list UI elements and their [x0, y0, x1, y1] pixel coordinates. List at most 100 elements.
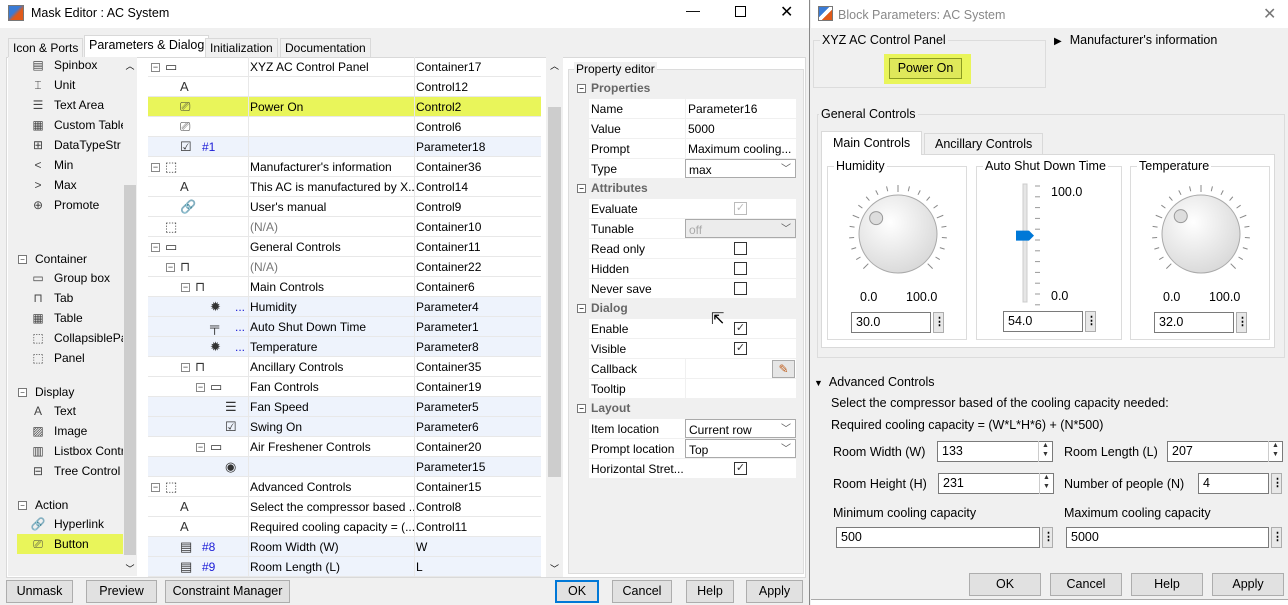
collapse-icon[interactable]: −: [577, 184, 586, 194]
collapse-icon[interactable]: −: [151, 483, 160, 492]
tab-ancillary-controls[interactable]: Ancillary Controls: [924, 133, 1044, 154]
humidity-input[interactable]: 30.0: [851, 312, 931, 333]
collapse-icon[interactable]: −: [151, 63, 160, 72]
tab-icon-ports[interactable]: Icon & Ports: [8, 38, 84, 57]
tree-row[interactable]: − ▭ Fan Controls Container19: [148, 377, 541, 397]
tree-row[interactable]: − ⊓ Ancillary Controls Container35: [148, 357, 541, 377]
tab-initialization[interactable]: Initialization: [205, 38, 278, 57]
max-capacity-input[interactable]: 5000: [1066, 527, 1269, 548]
palette-item-text[interactable]: A Text: [28, 401, 76, 421]
unmask-button[interactable]: Unmask: [6, 580, 73, 603]
humidity-options-button[interactable]: ⋮: [933, 312, 945, 333]
constraint-manager-button[interactable]: Constraint Manager: [165, 580, 290, 603]
palette-item-table[interactable]: ▦ Table: [28, 308, 82, 328]
tree-row[interactable]: − ⊓ (N/A) Container22: [148, 257, 541, 277]
palette-item-promote[interactable]: ⊕ Promote: [28, 195, 99, 215]
close-button[interactable]: ✕: [1263, 4, 1276, 24]
tree-row[interactable]: ⎚ Power On Control2: [148, 97, 541, 117]
tab-documentation[interactable]: Documentation: [280, 38, 371, 57]
prop-section-layout[interactable]: − Layout: [577, 401, 630, 415]
collapse-icon[interactable]: −: [196, 443, 205, 452]
tree-row[interactable]: A Control12: [148, 77, 541, 97]
palette-item-max[interactable]: > Max: [28, 175, 76, 195]
tree-row[interactable]: 🔗 User's manual Control9: [148, 197, 541, 217]
palette-item-hyperlink[interactable]: 🔗 Hyperlink: [28, 514, 105, 534]
tree-row[interactable]: ☑ #1 Parameter18: [148, 137, 541, 157]
palette-item-listbox-control[interactable]: ▥ Listbox Control: [28, 441, 123, 461]
minimize-button[interactable]: —: [686, 2, 700, 18]
spinner-icon[interactable]: ▲ ▼: [1039, 473, 1053, 494]
prop-dropdown-type[interactable]: max ﹀: [685, 159, 796, 178]
ok-button[interactable]: OK: [969, 573, 1041, 596]
prop-checkbox-horizontal-stret[interactable]: ✓: [734, 462, 747, 475]
preview-button[interactable]: Preview: [86, 580, 157, 603]
tree-row[interactable]: ⎚ Control6: [148, 117, 541, 137]
tree-row[interactable]: − ⊓ Main Controls Container6: [148, 277, 541, 297]
prop-checkbox-hidden[interactable]: [734, 262, 747, 275]
prop-dropdown-item-location[interactable]: Current row ﹀: [685, 419, 796, 438]
apply-button[interactable]: Apply: [1212, 573, 1284, 596]
palette-item-datatypestr[interactable]: ⊞ DataTypeStr: [28, 135, 121, 155]
cancel-button[interactable]: Cancel: [612, 580, 672, 603]
manufacturer-expander[interactable]: ▶ Manufacturer's information: [1054, 33, 1217, 47]
collapse-icon[interactable]: −: [196, 383, 205, 392]
collapse-icon[interactable]: −: [577, 84, 586, 94]
room-width-input[interactable]: 133 ▲ ▼: [937, 441, 1053, 462]
tree-row[interactable]: ◉ Parameter15: [148, 457, 541, 477]
tree-row[interactable]: ╤... Auto Shut Down Time Parameter1: [148, 317, 541, 337]
palette-item-tree-control[interactable]: ⊟ Tree Control: [28, 461, 120, 481]
prop-value[interactable]: [685, 379, 796, 399]
palette-section-action[interactable]: − Action: [18, 498, 68, 512]
palette-item-tab[interactable]: ⊓ Tab: [28, 288, 73, 308]
humidity-knob[interactable]: [847, 183, 949, 285]
palette-section-container[interactable]: − Container: [18, 252, 87, 266]
max-capacity-options-button[interactable]: ⋮: [1271, 527, 1283, 548]
tree-row[interactable]: ☑ Swing On Parameter6: [148, 417, 541, 437]
shutdown-slider[interactable]: [1006, 180, 1046, 306]
prop-checkbox-never-save[interactable]: [734, 282, 747, 295]
prop-dropdown-tunable[interactable]: off ﹀: [685, 219, 796, 238]
tree-row[interactable]: − ⬚ Manufacturer's information Container36: [148, 157, 541, 177]
prop-value[interactable]: Maximum cooling...: [685, 139, 796, 159]
temperature-options-button[interactable]: ⋮: [1236, 312, 1248, 333]
prop-dropdown-prompt-location[interactable]: Top ﹀: [685, 439, 796, 458]
tree-row[interactable]: − ▭ Air Freshener Controls Container20: [148, 437, 541, 457]
prop-checkbox-enable[interactable]: ✓: [734, 322, 747, 335]
tab-main-controls[interactable]: Main Controls: [821, 131, 923, 155]
people-options-button[interactable]: ⋮: [1271, 473, 1283, 494]
prop-value[interactable]: 5000: [685, 119, 796, 139]
tree-row[interactable]: A Select the compressor based ... Control8: [148, 497, 541, 517]
ok-button[interactable]: OK: [555, 580, 599, 603]
maximize-button[interactable]: [735, 6, 746, 17]
palette-item-group-box[interactable]: ▭ Group box: [28, 268, 110, 288]
room-length-input[interactable]: 207 ▲ ▼: [1167, 441, 1283, 462]
tree-scrollbar[interactable]: ︿ ﹀: [546, 57, 563, 577]
close-button[interactable]: ✕: [780, 2, 793, 22]
palette-section-display[interactable]: − Display: [18, 385, 74, 399]
apply-button[interactable]: Apply: [746, 580, 803, 603]
collapse-icon[interactable]: −: [166, 263, 175, 272]
palette-item-button[interactable]: ⎚ Button: [17, 534, 123, 554]
tree-row[interactable]: ▤ #8 Room Width (W) W: [148, 537, 541, 557]
palette-item-min[interactable]: < Min: [28, 155, 73, 175]
collapse-icon[interactable]: −: [18, 255, 27, 265]
prop-checkbox-read-only[interactable]: [734, 242, 747, 255]
pencil-icon[interactable]: ✎: [772, 360, 795, 378]
help-button[interactable]: Help: [686, 580, 734, 603]
prop-section-properties[interactable]: − Properties: [577, 81, 650, 95]
min-capacity-input[interactable]: 500: [836, 527, 1040, 548]
collapse-icon[interactable]: −: [181, 283, 190, 292]
palette-item-text-area[interactable]: ☰ Text Area: [28, 95, 104, 115]
min-capacity-options-button[interactable]: ⋮: [1042, 527, 1054, 548]
palette-scrollbar[interactable]: ︿ ﹀: [123, 57, 137, 576]
help-button[interactable]: Help: [1131, 573, 1203, 596]
prop-checkbox-evaluate[interactable]: ✓: [734, 202, 747, 215]
collapse-icon[interactable]: −: [151, 163, 160, 172]
palette-item-custom-table[interactable]: ▦ Custom Table: [28, 115, 123, 135]
palette-item-image[interactable]: ▨ Image: [28, 421, 87, 441]
shutdown-input[interactable]: 54.0: [1003, 311, 1083, 332]
collapse-icon[interactable]: −: [577, 404, 586, 414]
tree-row[interactable]: A This AC is manufactured by X... Control1…: [148, 177, 541, 197]
room-height-input[interactable]: 231 ▲ ▼: [938, 473, 1054, 494]
collapse-icon[interactable]: −: [18, 388, 27, 398]
